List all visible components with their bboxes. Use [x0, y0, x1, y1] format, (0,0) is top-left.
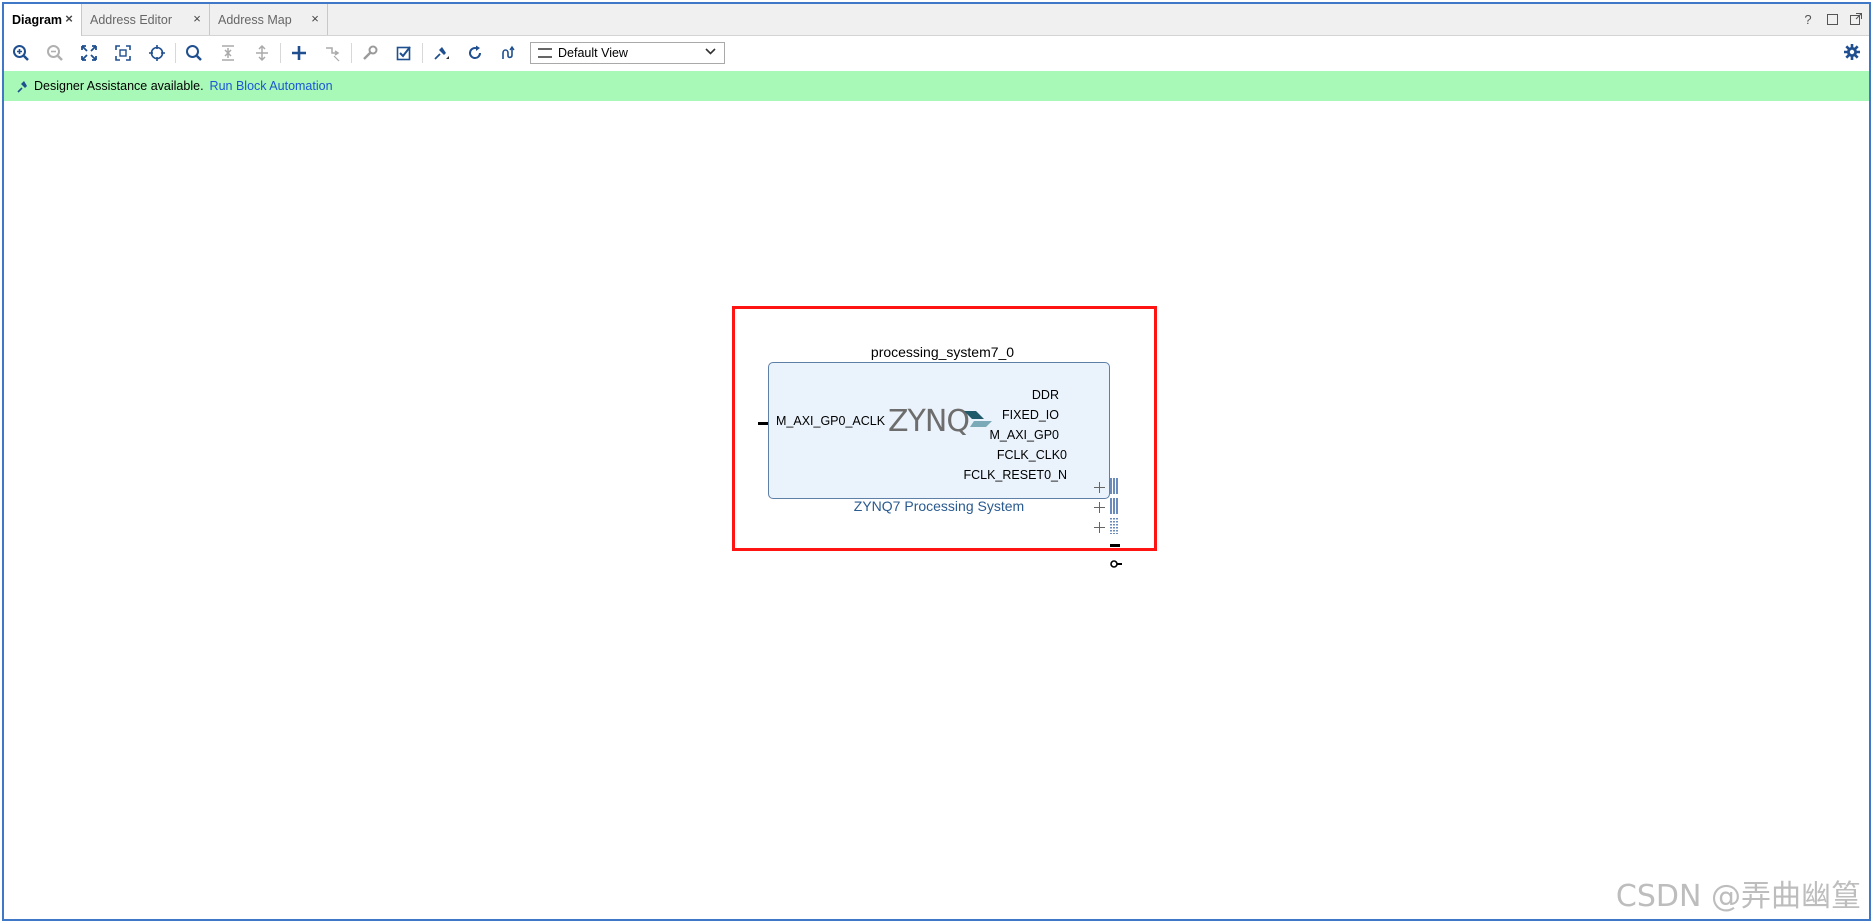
window-controls: ? [1801, 12, 1863, 27]
crosshair-icon[interactable] [140, 39, 174, 67]
expand-port-ddr-icon[interactable] [1094, 482, 1105, 493]
expand-port-fixed-io-icon[interactable] [1094, 502, 1105, 513]
add-ip-icon[interactable] [282, 39, 316, 67]
zoom-in-icon[interactable] [4, 39, 38, 67]
expand-all-icon[interactable] [245, 39, 279, 67]
fit-selection-icon[interactable] [106, 39, 140, 67]
tab-address-editor-label: Address Editor [90, 12, 172, 27]
collapse-all-icon[interactable] [211, 39, 245, 67]
toolbar-separator [422, 43, 423, 63]
optimize-routing-icon[interactable] [492, 39, 526, 67]
port-fclk-clk0: FCLK_CLK0 [996, 448, 1067, 462]
port-fixed-io: FIXED_IO [1002, 408, 1059, 422]
toolbar-separator [175, 43, 176, 63]
tab-diagram-label: Diagram [12, 13, 63, 27]
diagram-toolbar: Default View [4, 36, 1869, 70]
zoom-out-icon[interactable] [38, 39, 72, 67]
inverted-pin-icon[interactable] [1110, 559, 1122, 569]
banner-text: Designer Assistance available. [34, 79, 204, 93]
ip-block-subtitle: ZYNQ7 Processing System [853, 498, 1025, 514]
wrench-icon[interactable] [353, 39, 387, 67]
tab-address-map-label: Address Map [218, 12, 292, 27]
right-port-list: DDR FIXED_IO M_AXI_GP0 FCLK_CLK0 FCLK_RE… [904, 374, 1104, 494]
port-m-axi-gp0-aclk: M_AXI_GP0_ACLK [776, 414, 886, 428]
watermark: CSDN @弄曲幽篁 [1615, 879, 1861, 914]
bus-pin-icon[interactable] [1110, 498, 1118, 514]
expand-port-m-axi-gp0-icon[interactable] [1094, 522, 1105, 533]
port-fclk-reset0-n: FCLK_RESET0_N [963, 468, 1067, 482]
designer-assistance-banner: Designer Assistance available. Run Block… [4, 71, 1869, 101]
port-ddr: DDR [1031, 388, 1059, 402]
fit-full-icon[interactable] [72, 39, 106, 67]
gear-icon[interactable] [1843, 43, 1861, 61]
toolbar-separator [351, 43, 352, 63]
chevron-down-icon [705, 46, 716, 60]
tab-address-map[interactable]: Address Map × [210, 4, 328, 35]
maximize-icon[interactable] [1825, 12, 1839, 26]
port-pin[interactable] [1110, 544, 1120, 547]
port-pin[interactable] [758, 422, 768, 425]
close-icon[interactable]: × [191, 12, 203, 25]
search-icon[interactable] [177, 39, 211, 67]
port-m-axi-gp0: M_AXI_GP0 [989, 428, 1059, 442]
tab-address-editor[interactable]: Address Editor × [82, 4, 210, 35]
help-icon[interactable]: ? [1801, 12, 1815, 27]
make-connection-icon[interactable] [316, 39, 350, 67]
close-icon[interactable]: × [63, 12, 75, 25]
run-block-automation-link[interactable]: Run Block Automation [210, 79, 333, 93]
refresh-icon[interactable] [458, 39, 492, 67]
validate-icon[interactable] [387, 39, 421, 67]
pin-icon [17, 81, 27, 93]
tab-bar: Diagram × Address Editor × Address Map ×… [4, 4, 1869, 36]
tab-diagram[interactable]: Diagram × [4, 4, 82, 36]
close-icon[interactable]: × [309, 12, 321, 25]
bus-pin-icon[interactable] [1110, 478, 1118, 494]
view-selector[interactable]: Default View [530, 42, 725, 64]
pin-icon[interactable] [424, 39, 458, 67]
float-icon[interactable] [1849, 12, 1863, 26]
toolbar-separator [280, 43, 281, 63]
bus-pin-icon[interactable] [1110, 518, 1118, 534]
view-selector-value: Default View [558, 46, 628, 60]
instance-name: processing_system7_0 [870, 344, 1015, 360]
diagram-window: Diagram × Address Editor × Address Map ×… [2, 2, 1871, 921]
view-icon [538, 48, 552, 58]
